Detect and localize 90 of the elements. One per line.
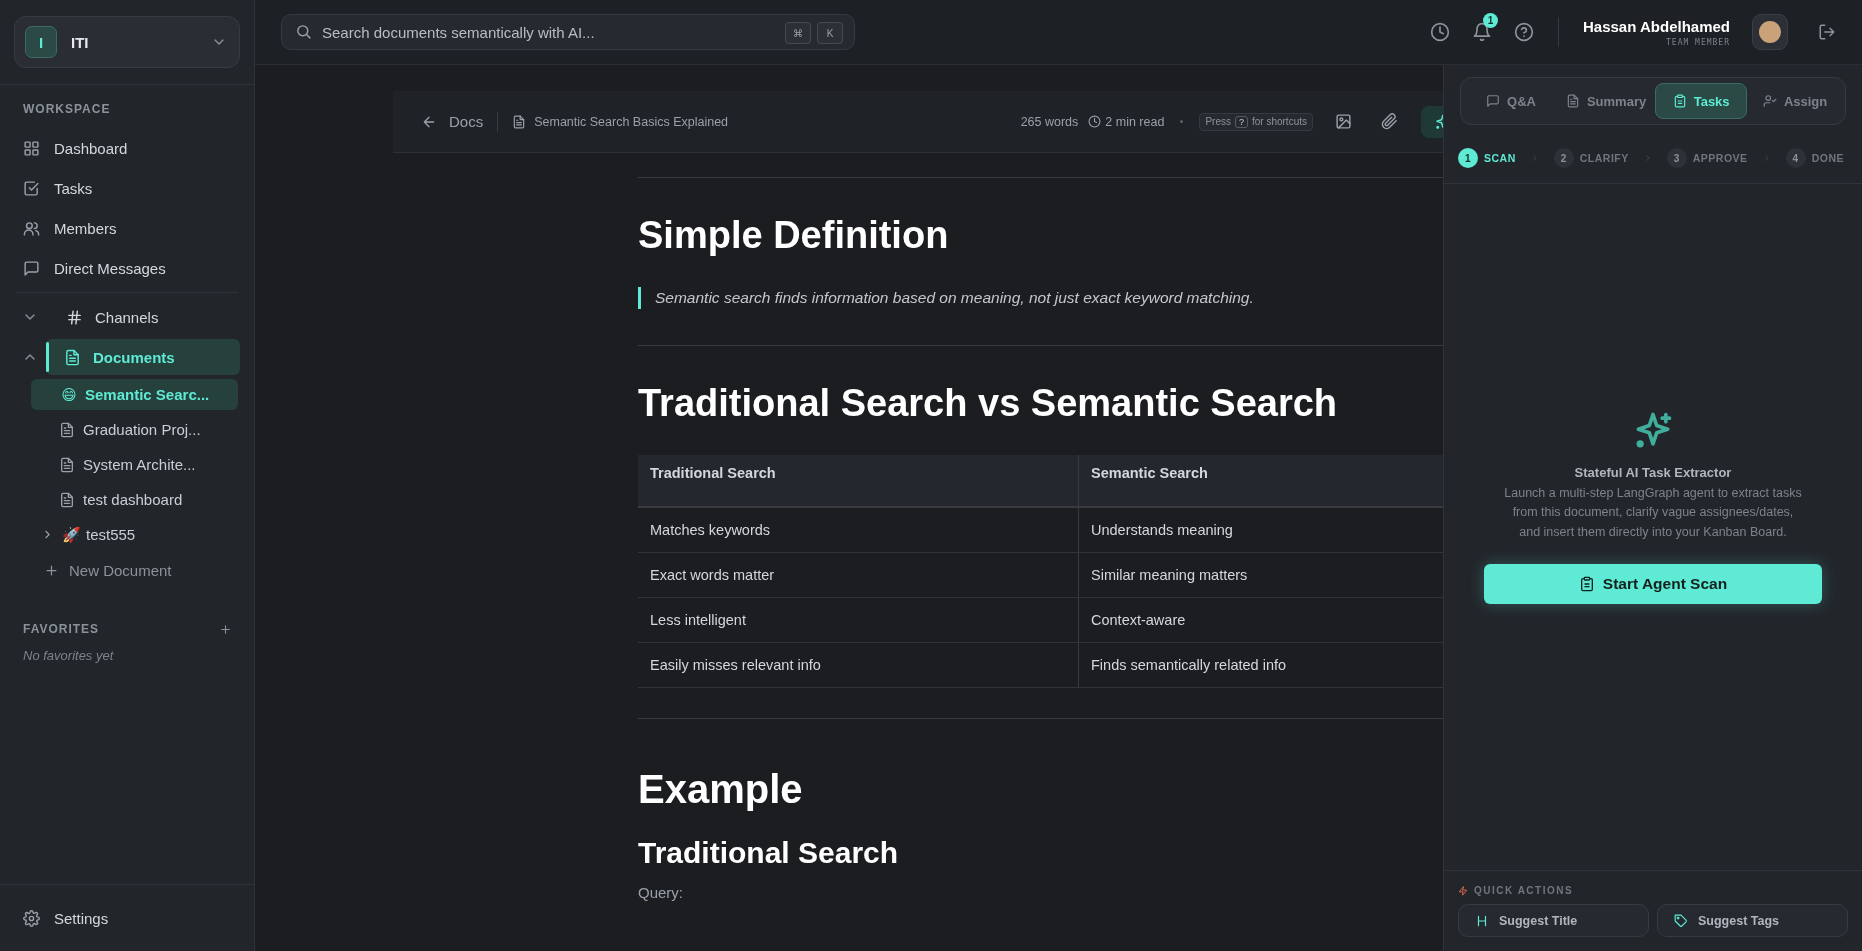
clock-icon [1430, 22, 1450, 42]
document-icon [1565, 94, 1580, 108]
chat-bubble-icon [1486, 94, 1500, 108]
dashboard-icon [23, 139, 40, 157]
shortcut-hint: Press ? for shortcuts [1199, 112, 1313, 131]
panel-tab[interactable]: Summary [1558, 83, 1654, 119]
document-icon [64, 348, 81, 366]
hash-icon [66, 308, 83, 326]
heading: Traditional Search vs Semantic Search [638, 382, 1339, 425]
sidebar-item[interactable]: Direct Messages [0, 248, 254, 288]
chat-bubble-icon [23, 259, 40, 277]
document-icon [512, 114, 527, 129]
step-number: 2 [1553, 148, 1574, 168]
step-number: 3 [1666, 148, 1687, 168]
members-icon [23, 219, 40, 237]
help-icon [1514, 22, 1534, 42]
search-icon [295, 23, 312, 40]
table-cell: Exact words matter [638, 552, 1079, 598]
quick-action-button[interactable]: Suggest Title [1458, 904, 1649, 937]
notification-badge: 1 [1483, 13, 1498, 28]
sidebar-item[interactable]: Members [0, 208, 254, 248]
logout-icon [1818, 23, 1836, 41]
plus-icon [44, 562, 59, 578]
tasks-icon [23, 179, 40, 197]
document-icon [59, 491, 75, 508]
panel-tab[interactable]: Tasks [1655, 83, 1748, 119]
table-header-cell: Traditional Search [638, 455, 1079, 507]
heading: Example [638, 767, 804, 812]
panel-title: Stateful AI Task Extractor [1574, 465, 1732, 480]
read-time: 2 min read [1105, 114, 1165, 129]
section-title: QUICK ACTIONS [1474, 885, 1574, 896]
emoji-icon: 🚀 [62, 525, 78, 544]
user-avatar[interactable] [1752, 14, 1788, 50]
plus-icon [219, 622, 232, 636]
clock-icon [1088, 115, 1102, 128]
user-name: Hassan Abdelhamed [1583, 17, 1730, 35]
quick-action-button[interactable]: Suggest Tags [1657, 904, 1848, 937]
document-item[interactable]: System Archite... [31, 449, 238, 480]
panel-tab[interactable]: Q&A [1465, 83, 1557, 119]
start-scan-button[interactable]: Start Agent Scan [1484, 564, 1822, 605]
user-role: TEAM MEMBER [1666, 37, 1730, 47]
table-cell: Matches keywords [638, 507, 1079, 553]
heading-icon [1475, 913, 1489, 928]
step-label: DONE [1811, 152, 1844, 164]
back-link[interactable]: Docs [421, 113, 484, 130]
image-icon [1334, 113, 1352, 130]
document-icon [59, 456, 75, 473]
sidebar-folder[interactable]: Channels [46, 299, 240, 335]
paragraph: Query: [638, 884, 684, 901]
panel-description: Launch a multi-step LangGraph agent to extract tasks from this document, clarify vague assignees/dates, and insert them directly into your Kanban Board. [1503, 485, 1803, 541]
step-number: 1 [1458, 148, 1478, 168]
clipboard-icon [1672, 94, 1687, 108]
document-item[interactable]: 😄 Semantic Searc... [31, 379, 238, 410]
word-count: 265 words [1020, 114, 1079, 129]
new-document-button[interactable]: New Document [0, 552, 254, 588]
panel-tab[interactable]: Assign [1749, 83, 1841, 119]
step-number: 4 [1785, 148, 1806, 168]
step-label: APPROVE [1692, 152, 1748, 164]
table-cell: Less intelligent [638, 597, 1079, 643]
emoji-icon: 😄 [61, 385, 77, 404]
workspace-avatar: I [25, 26, 57, 58]
table-cell: Easily misses relevant info [638, 642, 1079, 688]
step-label: CLARIFY [1579, 152, 1629, 164]
empty-state-text: No favorites yet [22, 647, 115, 665]
keyboard-key: ⌘ [785, 22, 811, 44]
subheading: Traditional Search [638, 836, 900, 870]
settings-item[interactable]: Settings [0, 884, 254, 951]
tag-icon [1674, 913, 1688, 928]
document-item[interactable]: 🚀 test555 [31, 519, 238, 550]
section-title: WORKSPACE [22, 101, 112, 118]
bolt-icon [1458, 885, 1468, 896]
keyboard-key: K [817, 22, 843, 44]
table-header-cell: Semantic Search [1078, 455, 1443, 507]
sidebar-item[interactable]: Tasks [0, 168, 254, 208]
clipboard-icon [1578, 576, 1595, 593]
document-title: Semantic Search Basics Explained [534, 114, 729, 129]
bell-icon [1472, 22, 1492, 42]
settings-icon [23, 909, 40, 927]
section-title: FAVORITES [23, 622, 100, 636]
sidebar-folder[interactable]: Documents [46, 339, 240, 375]
document-icon [59, 421, 75, 438]
user-check-icon [1762, 94, 1777, 108]
step-label: SCAN [1484, 152, 1516, 164]
sidebar-item[interactable]: Dashboard [0, 128, 254, 168]
paperclip-icon [1380, 113, 1398, 130]
workspace-switcher[interactable]: I ITI [14, 16, 240, 68]
workspace-name: ITI [71, 33, 90, 51]
heading: Simple Definition [638, 214, 950, 257]
document-item[interactable]: Graduation Proj... [31, 414, 238, 445]
document-item[interactable]: test dashboard [31, 484, 238, 515]
